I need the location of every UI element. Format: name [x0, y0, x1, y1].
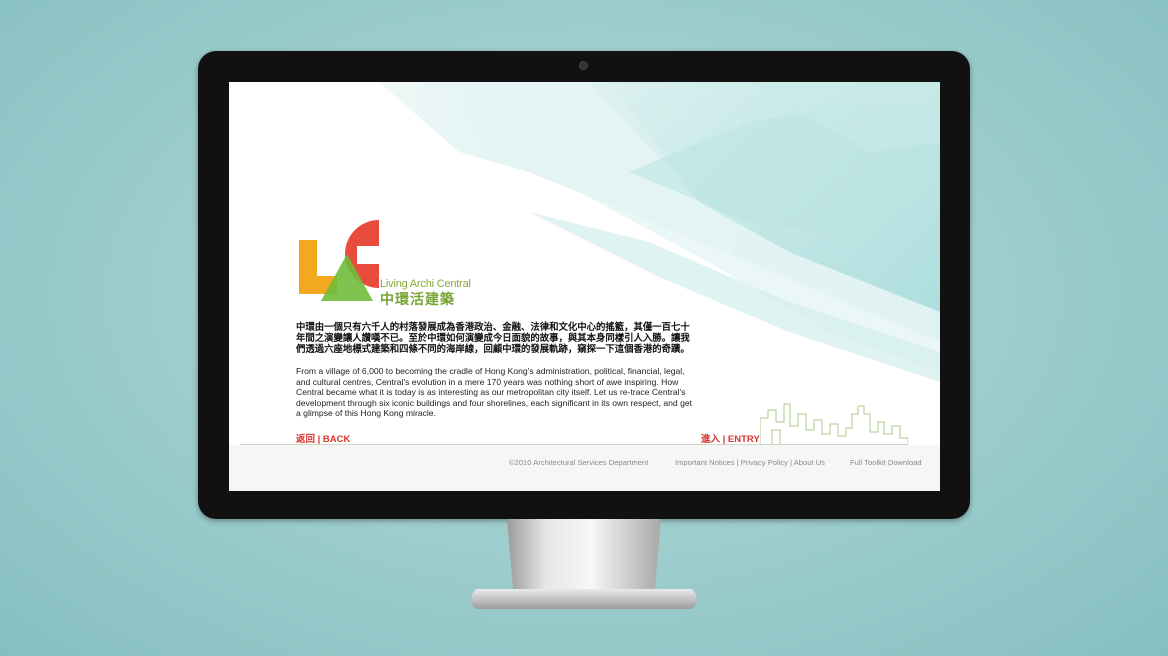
logo-chinese-name: 中環活建築 — [380, 291, 455, 307]
footer-bar — [229, 445, 940, 491]
monitor-stand-neck — [507, 519, 661, 589]
intro-chinese-text: 中環由一個只有六千人的村落發展成為香港政治、金融、法律和文化中心的搖籃，其僅一百… — [296, 321, 690, 354]
monitor-bezel: Living Archi Central 中環活建築 中環由一個只有六千人的村落… — [198, 51, 970, 519]
skyline-illustration — [760, 403, 908, 446]
monitor-stand-base — [471, 589, 697, 609]
toolkit-download-link[interactable]: Full Toolkit Download — [850, 458, 922, 467]
browser-screen: Living Archi Central 中環活建築 中環由一個只有六千人的村落… — [229, 82, 940, 491]
intro-english-text: From a village of 6,000 to becoming the … — [296, 366, 693, 418]
back-link[interactable]: 返回 | BACK — [296, 431, 350, 445]
footer-links[interactable]: Important Notices | Privacy Policy | Abo… — [675, 458, 825, 467]
entry-link[interactable]: 進入 | ENTRY — [701, 431, 760, 445]
copyright-text: ©2010 Architectural Services Department — [509, 458, 649, 467]
webcam-icon — [579, 61, 588, 70]
